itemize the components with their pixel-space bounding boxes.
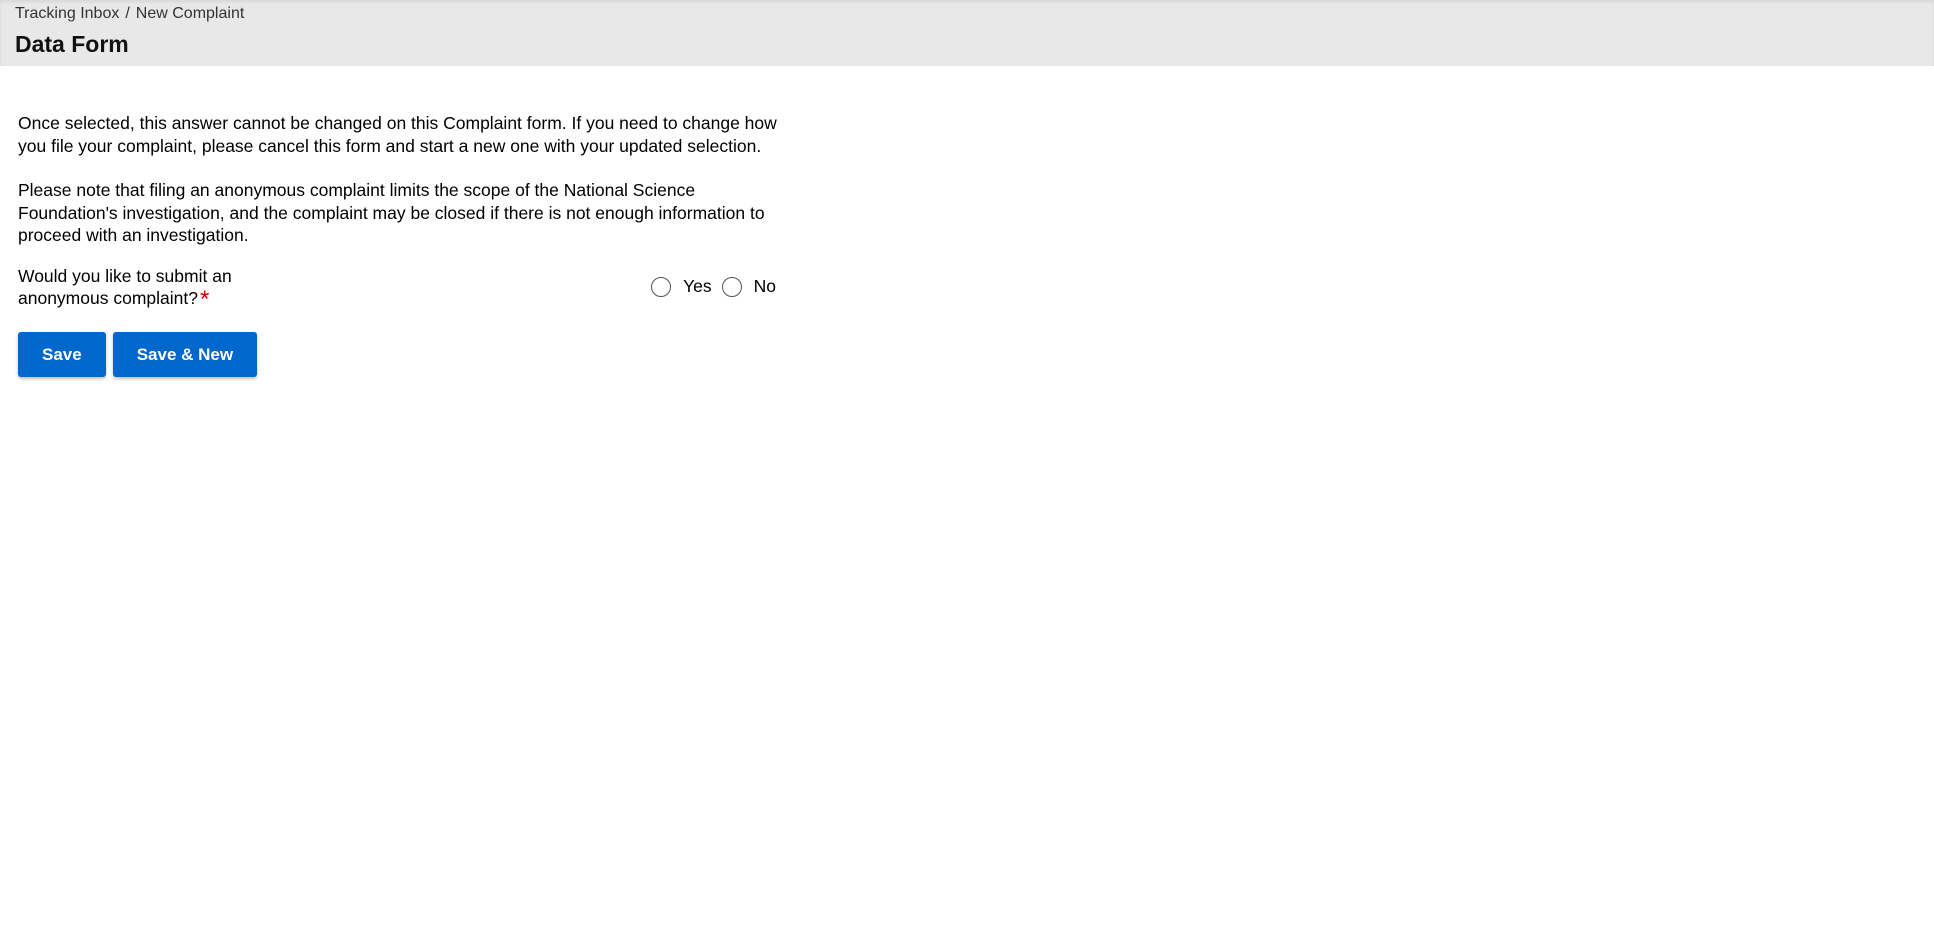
instruction-paragraph-selection: Once selected, this answer cannot be cha… (18, 113, 777, 156)
breadcrumb: Tracking Inbox / New Complaint (15, 5, 244, 23)
form-instructions: Once selected, this answer cannot be cha… (18, 112, 778, 247)
radio-option-no[interactable]: No (721, 276, 776, 297)
radio-yes[interactable] (651, 276, 672, 297)
required-marker: * (199, 285, 210, 313)
save-button[interactable]: Save (18, 332, 106, 377)
radio-no-label[interactable]: No (754, 276, 776, 297)
radio-yes-label[interactable]: Yes (683, 276, 712, 297)
radio-no[interactable] (721, 276, 742, 297)
page-title: Data Form (15, 31, 129, 57)
breadcrumb-separator: / (125, 5, 130, 22)
anonymous-radio-group: Yes No (641, 276, 776, 297)
anonymous-question-label: Would you like to submit an anonymous co… (18, 266, 278, 311)
breadcrumb-tracking-inbox[interactable]: Tracking Inbox (15, 5, 119, 23)
anonymous-question-row: Would you like to submit an anonymous co… (18, 266, 778, 312)
save-and-new-button[interactable]: Save & New (112, 332, 258, 377)
page-header: Tracking Inbox / New Complaint Data Form (0, 0, 1934, 66)
form-actions: Save Save & New (18, 332, 258, 377)
radio-option-yes[interactable]: Yes (651, 276, 712, 297)
breadcrumb-new-complaint: New Complaint (135, 5, 245, 22)
instruction-paragraph-anonymous: Please note that filing an anonymous com… (18, 180, 765, 245)
